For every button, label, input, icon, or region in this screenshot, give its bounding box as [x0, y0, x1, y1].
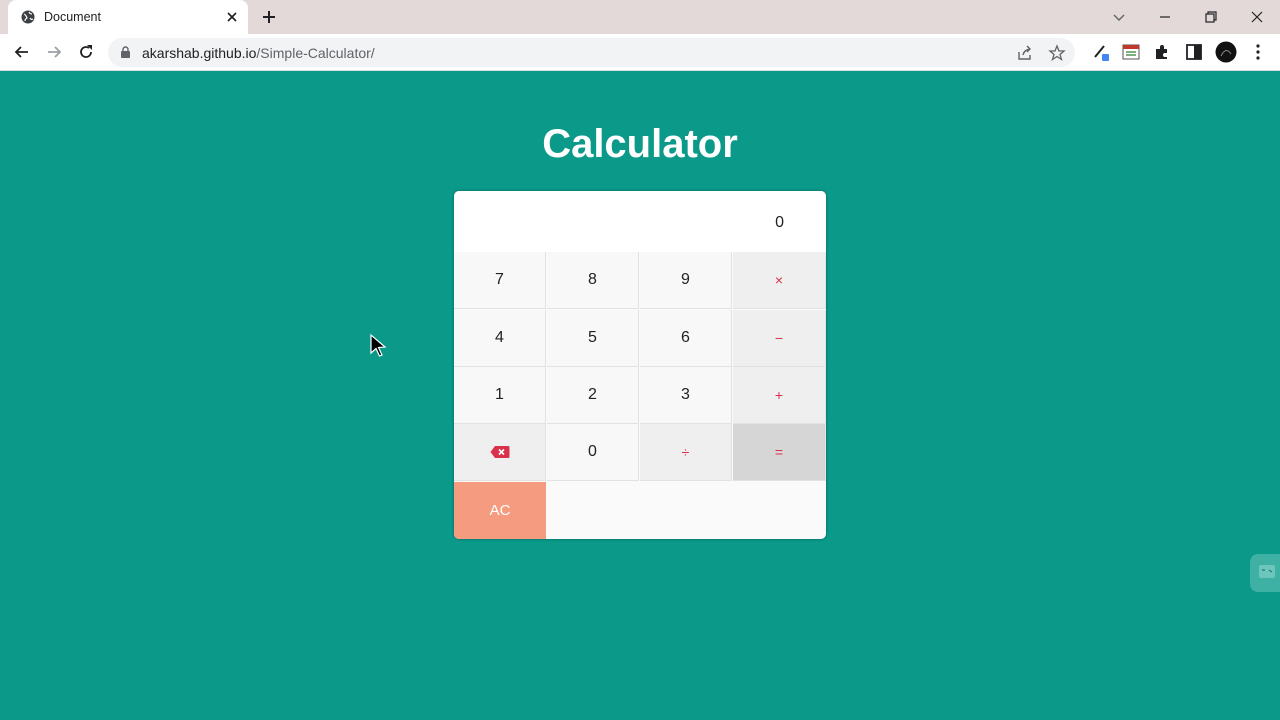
profile-avatar[interactable] [1215, 41, 1237, 63]
key-all-clear[interactable]: AC [454, 482, 546, 539]
mouse-cursor-icon [370, 333, 387, 357]
kebab-menu-icon[interactable] [1248, 42, 1268, 62]
address-bar[interactable]: akarshab.github.io/Simple-Calculator/ [108, 38, 1075, 67]
restore-icon[interactable] [1200, 6, 1222, 28]
browser-toolbar: akarshab.github.io/Simple-Calculator/ [0, 34, 1280, 71]
minimize-icon[interactable] [1154, 6, 1176, 28]
page-title: Calculator [542, 122, 738, 166]
key-backspace[interactable] [454, 424, 546, 481]
calculator-display: 0 [454, 191, 826, 252]
key-multiply[interactable]: × [733, 252, 826, 309]
url-text[interactable]: akarshab.github.io/Simple-Calculator/ [142, 45, 375, 61]
key-6[interactable]: 6 [640, 310, 732, 367]
key-1[interactable]: 1 [454, 367, 546, 424]
close-icon[interactable] [224, 9, 240, 25]
side-panel-icon[interactable] [1184, 42, 1204, 62]
tab-strip: Document [0, 0, 1280, 34]
share-icon[interactable] [1016, 44, 1034, 62]
key-subtract[interactable]: − [733, 310, 826, 367]
key-7[interactable]: 7 [454, 252, 546, 309]
pen-extension-icon[interactable] [1092, 42, 1112, 62]
browser-tab[interactable]: Document [8, 0, 248, 34]
tab-title: Document [44, 10, 101, 24]
globe-icon [21, 10, 35, 24]
display-value: 0 [775, 214, 784, 231]
lock-icon[interactable] [120, 46, 131, 59]
key-8[interactable]: 8 [547, 252, 639, 309]
key-9[interactable]: 9 [640, 252, 732, 309]
calculator: 0 7 8 9 × 4 5 6 − 1 2 3 + 0 ÷ = AC [454, 191, 826, 539]
key-3[interactable]: 3 [640, 367, 732, 424]
url-host: akarshab.github.io [142, 45, 257, 61]
key-add[interactable]: + [733, 367, 826, 424]
window-close-icon[interactable] [1246, 6, 1268, 28]
url-path: /Simple-Calculator/ [256, 45, 375, 61]
key-0[interactable]: 0 [547, 424, 639, 481]
key-divide[interactable]: ÷ [640, 424, 732, 481]
tab-search-icon[interactable] [1108, 6, 1130, 28]
puzzle-icon[interactable] [1152, 42, 1172, 62]
backspace-icon [490, 446, 509, 458]
chat-face-icon [1259, 565, 1275, 578]
back-arrow-icon[interactable] [12, 42, 32, 62]
new-tab-icon[interactable] [260, 8, 278, 26]
key-2[interactable]: 2 [547, 367, 639, 424]
side-widget-tab[interactable] [1250, 554, 1280, 592]
forward-arrow-icon[interactable] [44, 42, 64, 62]
key-equals[interactable]: = [733, 424, 826, 481]
key-4[interactable]: 4 [454, 310, 546, 367]
reload-icon[interactable] [76, 42, 96, 62]
key-5[interactable]: 5 [547, 310, 639, 367]
star-icon[interactable] [1048, 44, 1066, 62]
calendar-extension-icon[interactable] [1121, 42, 1141, 62]
